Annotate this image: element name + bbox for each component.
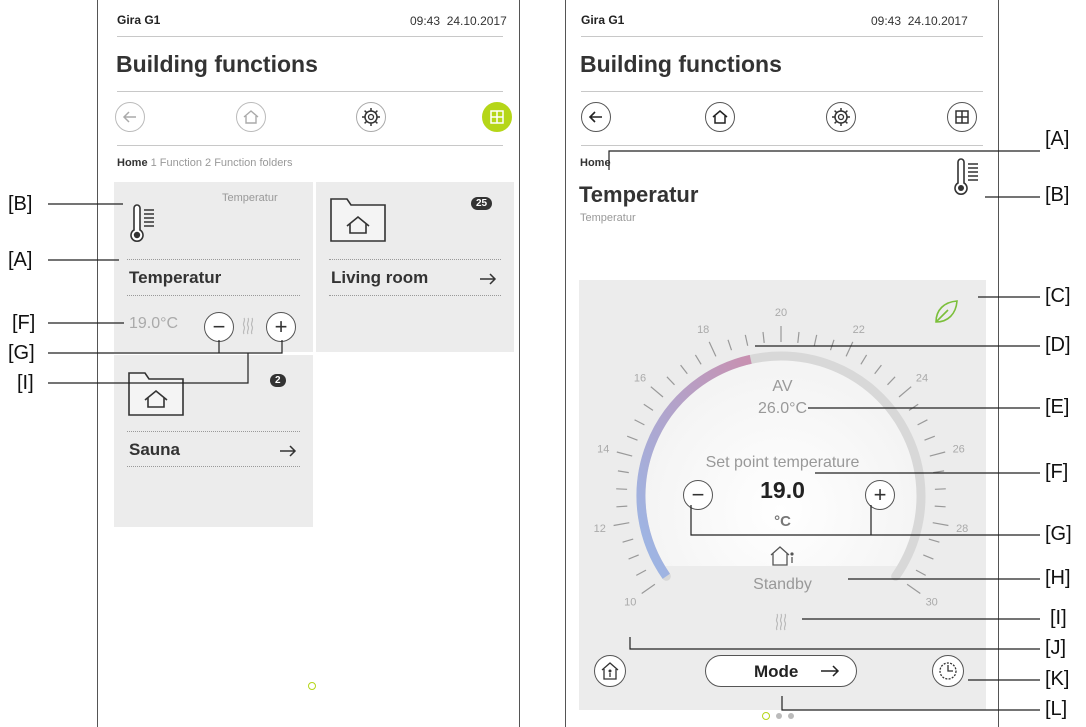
callout-g-right: [G]: [1045, 523, 1072, 545]
callout-g-left: [G]: [8, 342, 35, 364]
callout-a-right: [A]: [1045, 128, 1070, 150]
callout-j: [J]: [1045, 637, 1067, 659]
callout-lines: [48, 150, 1040, 711]
callout-f-right: [F]: [1045, 461, 1069, 483]
callout-d: [D]: [1045, 334, 1071, 356]
callout-l: [L]: [1045, 698, 1068, 720]
callout-a-left: [A]: [8, 249, 33, 271]
callout-f-left: [F]: [12, 312, 36, 334]
callout-c: [C]: [1045, 285, 1071, 307]
callout-h: [H]: [1045, 567, 1071, 589]
callout-e: [E]: [1045, 396, 1070, 418]
callout-i-right: [I]: [1050, 607, 1067, 629]
callout-i-left: [I]: [17, 372, 34, 394]
callout-b-right: [B]: [1045, 184, 1070, 206]
callout-b-left: [B]: [8, 193, 33, 215]
callout-k: [K]: [1045, 668, 1070, 690]
